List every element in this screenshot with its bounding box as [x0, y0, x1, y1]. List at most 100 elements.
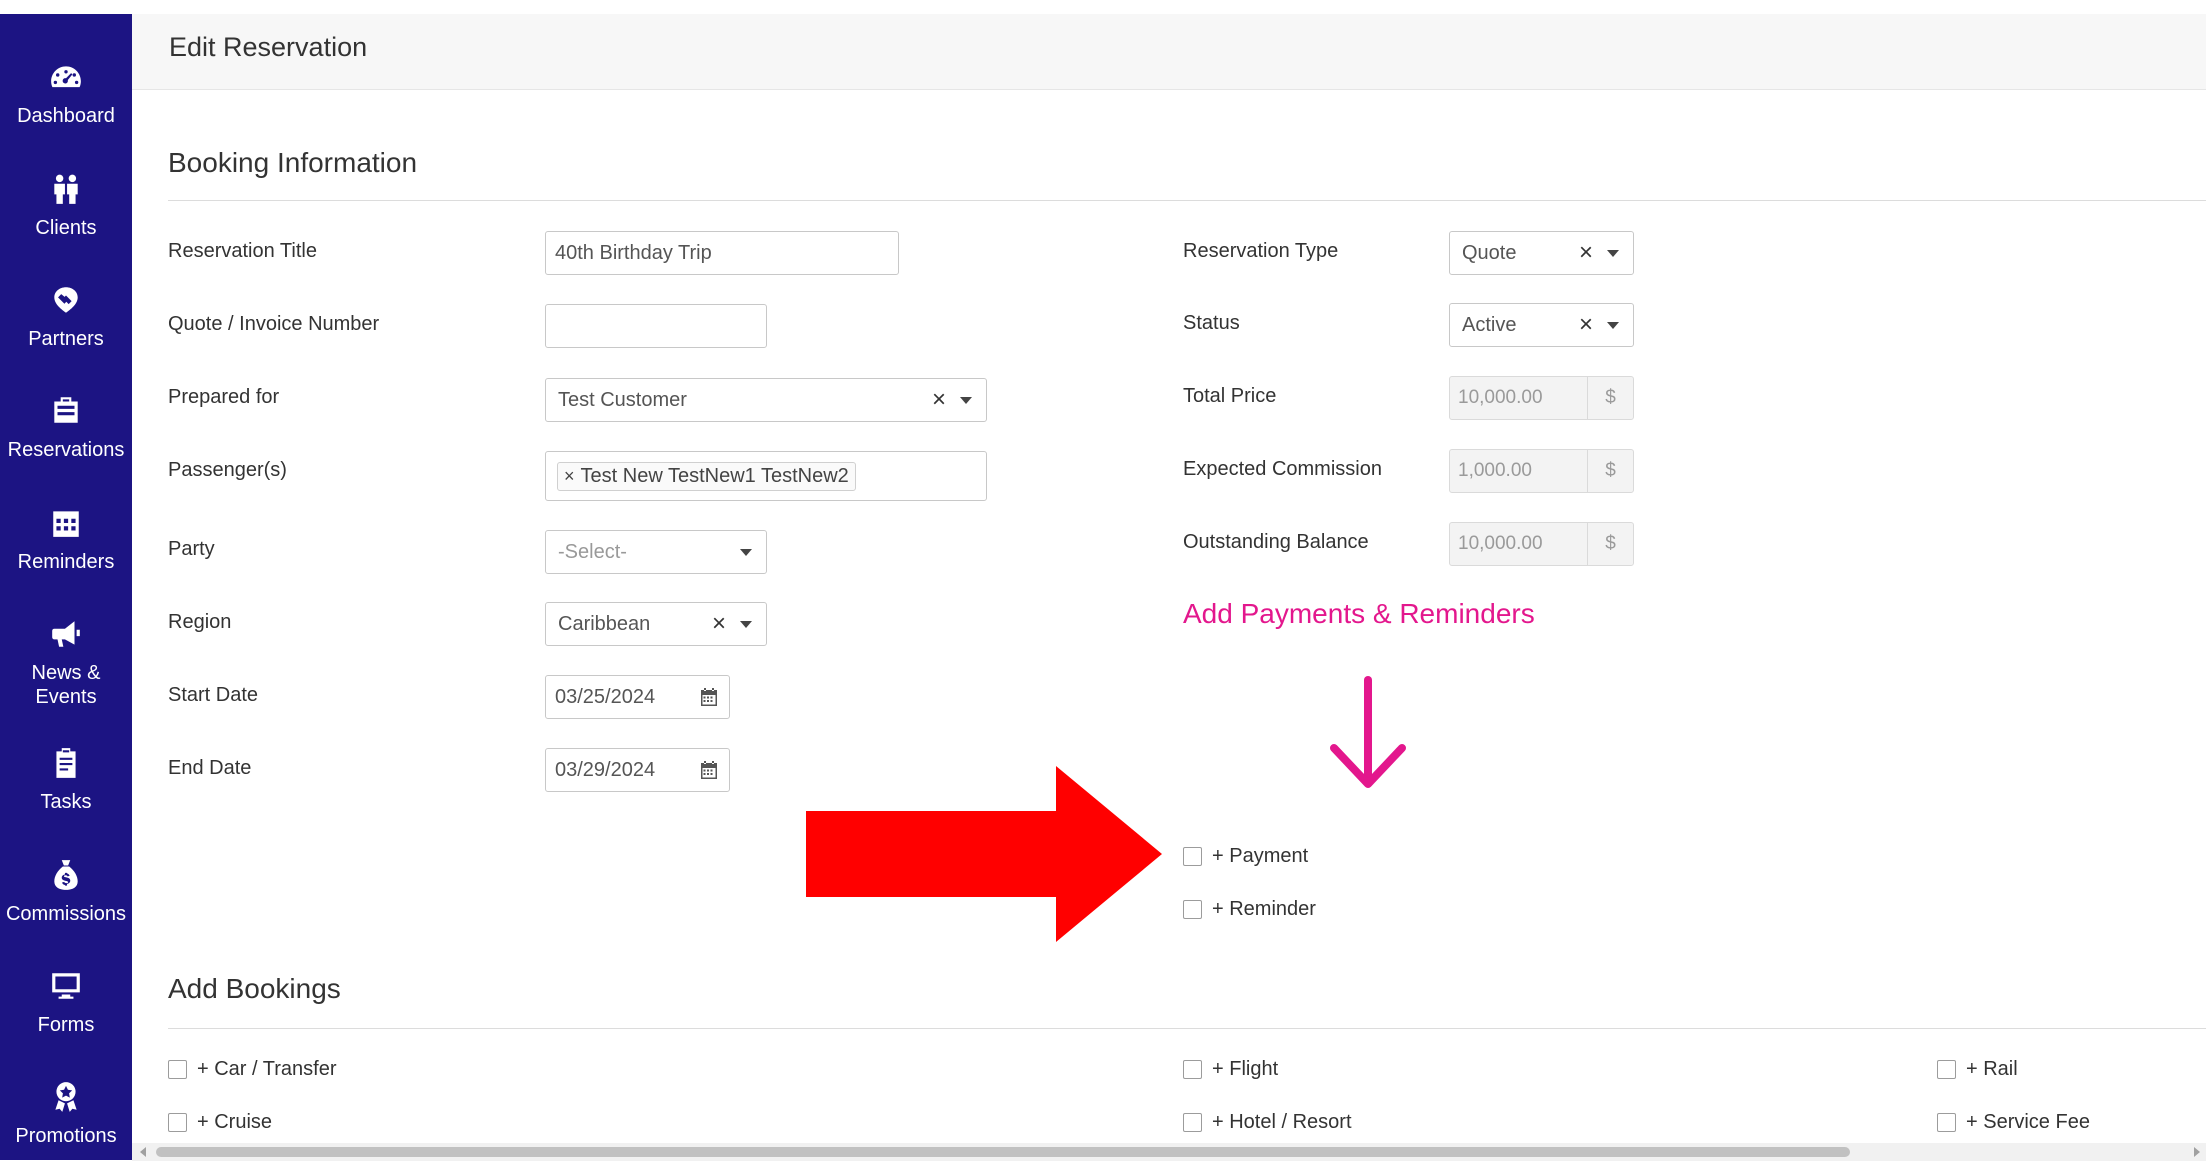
- add-payments-reminders-link[interactable]: Add Payments & Reminders: [1183, 598, 1535, 630]
- reservation-type-label: Reservation Type: [1183, 240, 1339, 262]
- promotions-award-icon: [55, 1082, 77, 1112]
- red-right-arrow-annotation: [806, 766, 1162, 942]
- passengers-multiselect[interactable]: × Test New TestNew1 TestNew2: [545, 451, 987, 501]
- region-select[interactable]: Caribbean ×: [545, 602, 767, 646]
- outstanding-balance-value: 10,000.00: [1450, 523, 1588, 565]
- status-select[interactable]: Active ×: [1449, 303, 1634, 347]
- booking-option-flight[interactable]: + Flight: [1183, 1058, 1278, 1081]
- add-payment-option[interactable]: + Payment: [1183, 845, 1308, 868]
- chevron-down-icon[interactable]: [960, 396, 972, 404]
- booking-option-label: + Car / Transfer: [197, 1058, 337, 1080]
- sidebar-item-label: Promotions: [15, 1125, 117, 1147]
- chevron-down-icon[interactable]: [740, 548, 752, 556]
- sidebar-item-label: Forms: [37, 1014, 95, 1036]
- flight-checkbox[interactable]: [1183, 1060, 1202, 1079]
- prepared-for-label: Prepared for: [168, 386, 280, 408]
- total-price-label: Total Price: [1183, 385, 1277, 407]
- booking-option-label: + Cruise: [197, 1111, 273, 1133]
- total-price-value: 10,000.00: [1450, 377, 1588, 419]
- end-date-label: End Date: [168, 757, 252, 779]
- booking-option-car-transfer[interactable]: + Car / Transfer: [168, 1058, 337, 1081]
- sidebar-item-partners[interactable]: Partners: [0, 261, 132, 373]
- add-reminder-option[interactable]: + Reminder: [1183, 898, 1316, 921]
- region-label: Region: [168, 611, 232, 633]
- page-header: Edit Reservation: [132, 14, 2206, 90]
- booking-option-label: + Flight: [1212, 1058, 1279, 1080]
- chevron-down-icon[interactable]: [1607, 249, 1619, 257]
- payment-checkbox[interactable]: [1183, 847, 1202, 866]
- status-value: Active: [1462, 313, 1517, 336]
- booking-option-service-fee[interactable]: + Service Fee: [1937, 1111, 2090, 1134]
- calendar-icon[interactable]: [698, 686, 720, 708]
- sidebar-item-label: News & Events: [31, 662, 101, 708]
- commissions-moneybag-icon: [54, 860, 78, 890]
- sidebar-item-label: Partners: [28, 328, 104, 350]
- remove-tag-icon[interactable]: ×: [564, 466, 575, 487]
- sidebar-item-forms[interactable]: Forms: [0, 947, 132, 1059]
- currency-symbol: $: [1605, 460, 1616, 481]
- reservation-title-input[interactable]: 40th Birthday Trip: [545, 231, 899, 275]
- prepared-for-value: Test Customer: [558, 388, 687, 411]
- expected-commission-label: Expected Commission: [1183, 458, 1382, 480]
- calendar-icon[interactable]: [698, 759, 720, 781]
- sidebar-item-promotions[interactable]: Promotions: [0, 1058, 132, 1170]
- sidebar-nav: Dashboard Clients Partners Reservations …: [0, 14, 132, 1160]
- clear-icon[interactable]: ×: [1579, 313, 1593, 337]
- forms-monitor-icon: [52, 973, 80, 999]
- expected-commission-field: 1,000.00 $: [1449, 449, 1634, 493]
- scroll-left-arrow-icon[interactable]: [140, 1147, 146, 1157]
- hotel-resort-checkbox[interactable]: [1183, 1113, 1202, 1132]
- booking-option-cruise[interactable]: + Cruise: [168, 1111, 272, 1134]
- sidebar-item-label: Clients: [35, 217, 97, 239]
- horizontal-scrollbar[interactable]: [132, 1143, 2206, 1161]
- horizontal-scrollbar-thumb[interactable]: [156, 1147, 1850, 1157]
- quote-number-input[interactable]: [545, 304, 767, 348]
- booking-option-label: + Service Fee: [1966, 1111, 2090, 1133]
- chevron-down-icon[interactable]: [1607, 321, 1619, 329]
- region-value: Caribbean: [558, 612, 651, 635]
- dashboard-gauge-icon: [51, 66, 81, 88]
- page-title: Edit Reservation: [169, 32, 368, 62]
- add-bookings-heading: Add Bookings: [168, 973, 341, 1004]
- reminder-checkbox[interactable]: [1183, 900, 1202, 919]
- end-date-input[interactable]: 03/29/2024: [545, 748, 730, 792]
- sidebar-item-dashboard[interactable]: Dashboard: [0, 38, 132, 150]
- section-divider: [168, 1028, 2206, 1029]
- expected-commission-value: 1,000.00: [1450, 450, 1588, 492]
- clear-icon[interactable]: ×: [712, 612, 726, 636]
- sidebar-item-news-events[interactable]: News & Events: [0, 595, 132, 725]
- booking-information-heading: Booking Information: [168, 147, 418, 178]
- scroll-right-arrow-icon[interactable]: [2194, 1147, 2200, 1157]
- clear-icon[interactable]: ×: [932, 388, 946, 412]
- reminder-option-label: + Reminder: [1212, 898, 1316, 920]
- party-select[interactable]: -Select-: [545, 530, 767, 574]
- booking-option-rail[interactable]: + Rail: [1937, 1058, 2018, 1081]
- prepared-for-select[interactable]: Test Customer ×: [545, 378, 987, 422]
- party-label: Party: [168, 538, 215, 560]
- clear-icon[interactable]: ×: [1579, 241, 1593, 265]
- rail-checkbox[interactable]: [1937, 1060, 1956, 1079]
- sidebar-item-commissions[interactable]: Commissions: [0, 836, 132, 948]
- sidebar-item-label: Reminders: [17, 551, 115, 573]
- booking-option-hotel-resort[interactable]: + Hotel / Resort: [1183, 1111, 1352, 1134]
- sidebar-item-reminders[interactable]: Reminders: [0, 484, 132, 596]
- sidebar-item-clients[interactable]: Clients: [0, 150, 132, 262]
- reservation-type-select[interactable]: Quote ×: [1449, 231, 1634, 275]
- reservation-type-value: Quote: [1462, 241, 1517, 264]
- sidebar-item-reservations[interactable]: Reservations: [0, 372, 132, 484]
- news-megaphone-icon: [52, 621, 80, 647]
- chevron-down-icon[interactable]: [740, 620, 752, 628]
- section-divider: [168, 200, 2206, 201]
- sidebar-item-label: Dashboard: [17, 105, 115, 127]
- cruise-checkbox[interactable]: [168, 1113, 187, 1132]
- car-transfer-checkbox[interactable]: [168, 1060, 187, 1079]
- payment-option-label: + Payment: [1212, 845, 1309, 867]
- status-label: Status: [1183, 312, 1240, 334]
- outstanding-balance-label: Outstanding Balance: [1183, 531, 1369, 553]
- service-fee-checkbox[interactable]: [1937, 1113, 1956, 1132]
- sidebar-item-label: Reservations: [7, 439, 125, 461]
- sidebar-item-tasks[interactable]: Tasks: [0, 724, 132, 836]
- booking-option-label: + Rail: [1966, 1058, 2018, 1080]
- start-date-label: Start Date: [168, 684, 259, 706]
- start-date-input[interactable]: 03/25/2024: [545, 675, 730, 719]
